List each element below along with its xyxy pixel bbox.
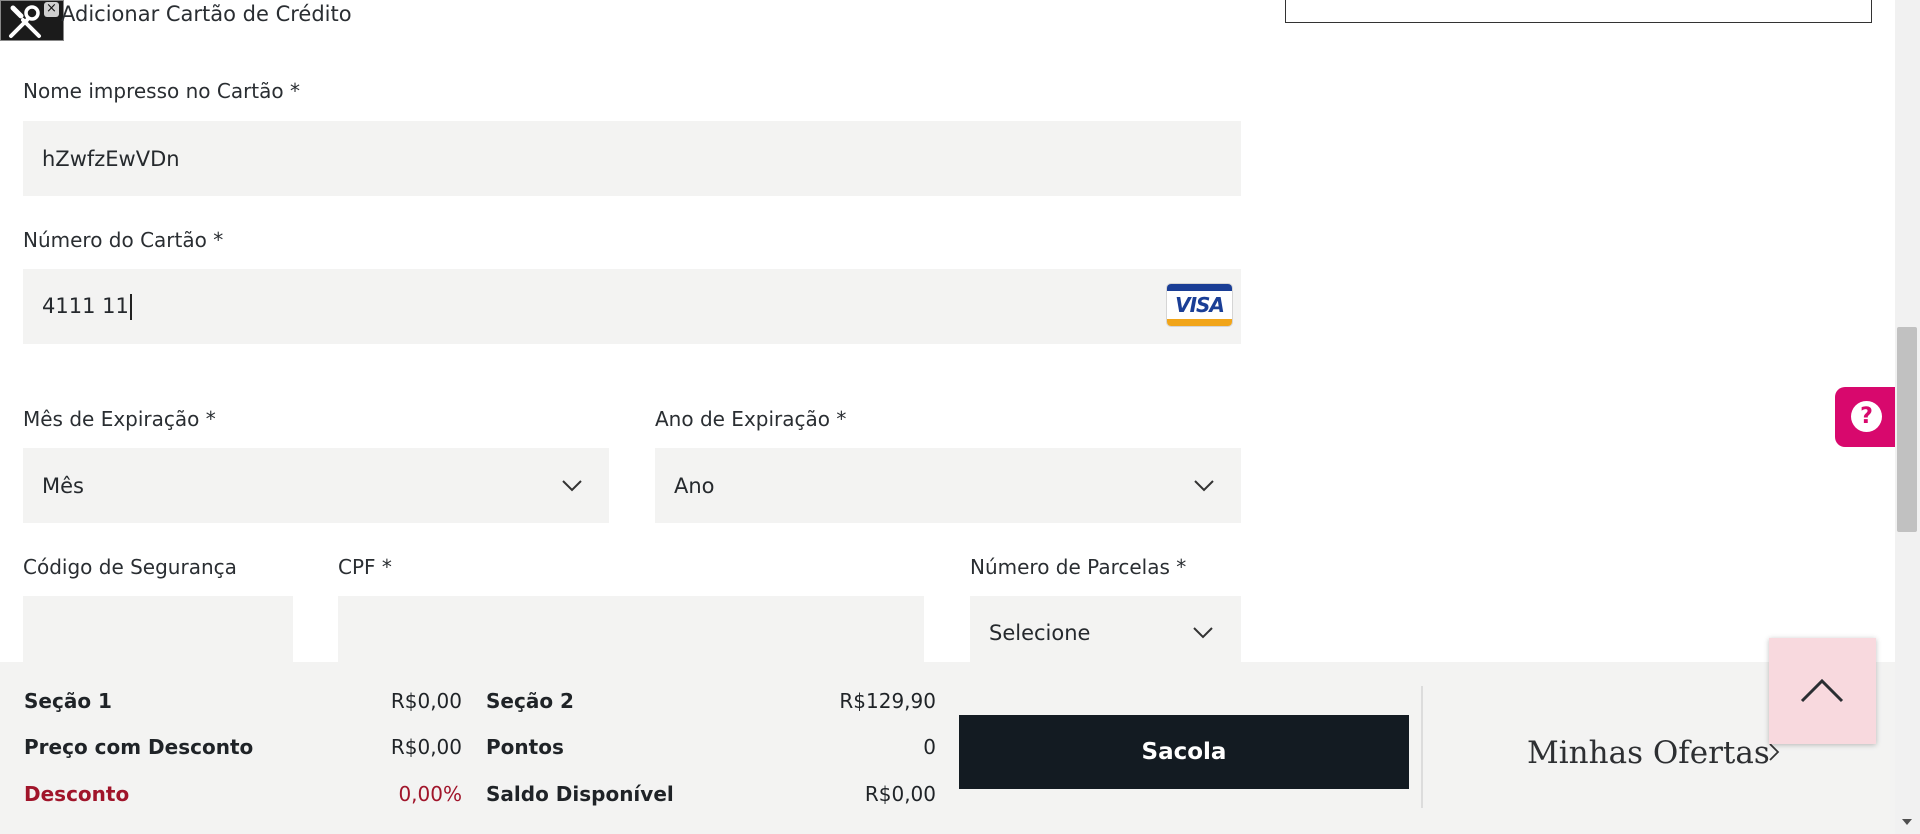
discount-label: Desconto [24, 782, 130, 806]
exp-month-select[interactable]: Mês [23, 448, 609, 523]
section1-label: Seção 1 [24, 689, 112, 713]
help-button[interactable]: ? [1835, 387, 1897, 447]
installments-value: Selecione [989, 621, 1091, 645]
exp-year-select[interactable]: Ano [655, 448, 1241, 523]
scroll-down-arrow-icon[interactable] [1901, 816, 1913, 828]
chevron-down-icon [561, 479, 583, 493]
chevron-up-icon [1800, 678, 1844, 703]
points-label: Pontos [486, 735, 564, 759]
summary-divider [1421, 686, 1423, 808]
card-number-value: 4111 11 [42, 293, 132, 320]
balance-label: Saldo Disponível [486, 782, 674, 806]
cpf-label: CPF * [338, 555, 392, 579]
scrollbar-thumb[interactable] [1897, 327, 1917, 532]
tools-icon [9, 5, 41, 38]
exp-month-value: Mês [42, 473, 84, 498]
section2-label: Seção 2 [486, 689, 574, 713]
question-icon: ? [1851, 401, 1882, 432]
close-icon[interactable]: × [44, 2, 59, 17]
card-name-value: hZwfzEwVDn [42, 146, 180, 171]
exp-year-value: Ano [674, 473, 715, 498]
balance-value: R$0,00 [864, 782, 936, 806]
section-title: Adicionar Cartão de Crédito [61, 2, 352, 26]
card-name-label: Nome impresso no Cartão * [23, 79, 301, 103]
discount-value: 0,00% [398, 782, 462, 806]
discount-price-value: R$0,00 [390, 735, 462, 759]
installments-label: Número de Parcelas * [970, 555, 1187, 579]
order-summary-box [1285, 0, 1872, 23]
points-value: 0 [923, 735, 936, 759]
card-number-label: Número do Cartão * [23, 228, 224, 252]
card-name-input[interactable]: hZwfzEwVDn [23, 121, 1241, 196]
installments-select[interactable]: Selecione [970, 596, 1241, 662]
chevron-down-icon [1193, 479, 1215, 493]
chevron-down-icon [1192, 626, 1214, 640]
cpf-input[interactable] [338, 596, 924, 662]
security-code-input[interactable] [23, 596, 293, 662]
security-code-label: Código de Segurança [23, 555, 237, 579]
discount-price-label: Preço com Desconto [24, 735, 254, 759]
chevron-right-icon[interactable] [1768, 742, 1780, 762]
back-to-top-button[interactable] [1769, 638, 1876, 744]
exp-year-label: Ano de Expiração * [655, 407, 847, 431]
section1-value: R$0,00 [390, 689, 462, 713]
card-number-input[interactable]: 4111 11 [23, 269, 1241, 344]
my-offers-link[interactable]: Minhas Ofertas [1527, 733, 1770, 773]
visa-card-icon: VISA [1166, 283, 1233, 327]
bag-button[interactable]: Sacola [959, 715, 1409, 789]
exp-month-label: Mês de Expiração * [23, 407, 216, 431]
section2-value: R$129,90 [839, 689, 936, 713]
